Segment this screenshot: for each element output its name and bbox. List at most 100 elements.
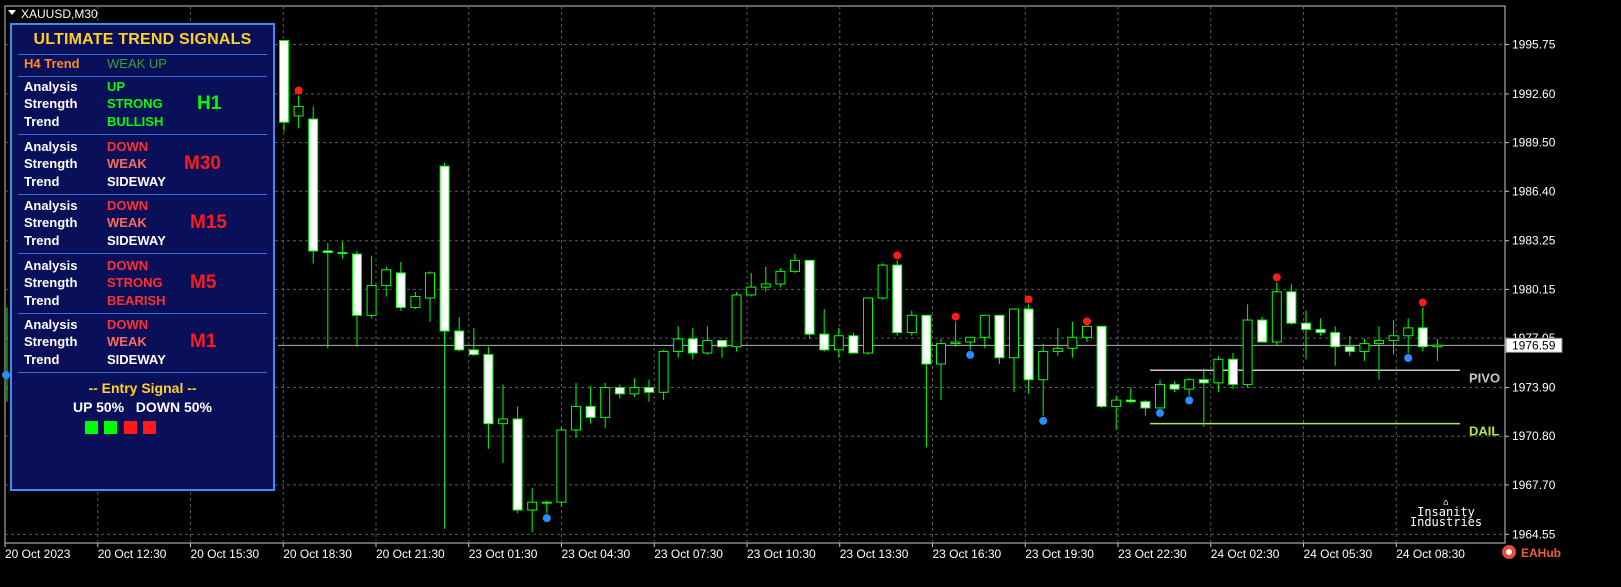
buy-signal-dot	[966, 350, 975, 359]
buy-signal-dot	[2, 370, 10, 379]
buy-signal-dot	[1404, 354, 1413, 363]
candle-bull	[658, 350, 669, 393]
sell-signal-dot	[1418, 298, 1427, 307]
divider	[18, 134, 267, 135]
sell-signal-dot	[294, 86, 303, 95]
candle-bear	[439, 165, 450, 332]
divider	[18, 193, 267, 195]
candle-bull	[906, 314, 917, 334]
y-tick-label: 1995.75	[1512, 37, 1556, 51]
strength-label: Strength	[24, 215, 78, 230]
candle-bull	[366, 284, 377, 316]
candle-bear	[614, 387, 625, 395]
candle-bull	[1155, 383, 1165, 409]
timeframe-label: M1	[190, 331, 217, 352]
sell-signal-dot	[1024, 295, 1033, 304]
divider	[18, 76, 267, 77]
strength-value: WEAK	[107, 334, 147, 349]
sell-signal-dot	[893, 251, 902, 260]
candle-bull	[790, 259, 800, 272]
candle-bull	[1038, 350, 1049, 381]
x-tick-label: 24 Oct 08:30	[1396, 547, 1465, 561]
timeframe-label: M30	[184, 152, 221, 174]
y-tick-label: 1970.80	[1512, 429, 1556, 443]
candle-bear	[994, 314, 1005, 359]
candle-bear	[454, 330, 465, 351]
strength-label: Strength	[24, 96, 78, 111]
x-tick-label: 20 Oct 18:30	[283, 547, 352, 561]
divider	[18, 54, 267, 55]
analysis-label: Analysis	[24, 138, 78, 154]
candle-bear	[585, 405, 596, 418]
candle-bull	[950, 341, 961, 345]
candle-bear	[1198, 379, 1209, 384]
strength-label: Strength	[24, 334, 78, 349]
h4-trend-label: H4 Trend	[24, 56, 80, 71]
strength-label: Strength	[24, 274, 78, 290]
buy-signal-dot	[542, 514, 551, 523]
analysis-value: DOWN	[107, 198, 149, 213]
analysis-value: DOWN	[107, 257, 149, 273]
sell-signal-dot	[1083, 317, 1091, 326]
candle-bull	[702, 339, 713, 354]
level-label: DAIL	[1469, 424, 1499, 439]
analysis-label: Analysis	[24, 198, 78, 213]
candle-bull	[498, 418, 508, 425]
candle-bear	[468, 349, 479, 356]
y-tick-label: 1973.90	[1512, 381, 1556, 395]
candle-bear	[1301, 322, 1311, 330]
candle-bull	[1271, 291, 1282, 343]
candle-bull	[527, 501, 538, 511]
candle-bear	[644, 387, 654, 393]
candle-bear	[687, 338, 698, 354]
y-tick-label: 1989.50	[1512, 136, 1556, 150]
x-tick-label: 23 Oct 07:30	[654, 547, 723, 561]
candle-bear	[848, 335, 859, 354]
x-tick-label: 20 Oct 12:30	[98, 547, 167, 561]
candle-bull	[746, 286, 757, 296]
candle-bull	[410, 295, 421, 308]
trend-value: SIDEWAY	[107, 233, 166, 248]
y-tick-label: 1986.40	[1512, 184, 1556, 198]
analysis-value: UP	[107, 79, 126, 94]
analysis-value: DOWN	[107, 138, 149, 154]
sell-signal-dot	[1272, 273, 1281, 282]
candle-bear	[1315, 328, 1326, 334]
x-tick-label: 20 Oct 2023	[5, 547, 71, 561]
y-tick-label: 1964.55	[1512, 527, 1556, 541]
candle-bear	[1125, 399, 1136, 403]
current-price-label: 1976.59	[1512, 338, 1556, 352]
x-tick-label: 23 Oct 22:30	[1118, 547, 1187, 561]
divider	[18, 312, 267, 314]
candle-bear	[1286, 291, 1297, 324]
candle-bear	[322, 250, 333, 254]
trend-label: Trend	[24, 114, 60, 129]
panel-title: ULTIMATE TREND SIGNALS	[33, 31, 252, 48]
watermark-text: EAHub	[1521, 546, 1561, 560]
sell-signal-dot	[951, 312, 960, 321]
strength-value: STRONG	[107, 274, 163, 290]
candle-bear	[308, 118, 319, 252]
trend-value: BEARISH	[107, 292, 166, 308]
candle-bull	[863, 297, 873, 354]
watermark[interactable]: EAHub	[1502, 545, 1561, 560]
analysis-value: DOWN	[107, 317, 149, 332]
candle-bear	[512, 418, 523, 511]
x-tick-label: 23 Oct 19:30	[1025, 547, 1094, 561]
candle-bull	[293, 105, 304, 117]
candle-bull	[1111, 399, 1122, 407]
x-tick-label: 20 Oct 15:30	[191, 547, 260, 561]
symbol-header: XAUUSD,M30	[8, 7, 98, 21]
candle-bull	[673, 338, 684, 352]
candle-bear	[892, 264, 903, 334]
candle-bear	[395, 272, 406, 308]
candle-bull	[1082, 325, 1092, 338]
trend-label: Trend	[24, 352, 60, 367]
candle-bear	[1169, 383, 1180, 390]
candle-bear	[1257, 319, 1268, 343]
x-tick-label: 23 Oct 04:30	[562, 547, 631, 561]
buy-signal-dot	[1039, 416, 1048, 425]
strength-value: WEAK	[107, 215, 147, 230]
candle-bull	[1403, 327, 1414, 337]
x-tick-label: 23 Oct 10:30	[747, 547, 816, 561]
